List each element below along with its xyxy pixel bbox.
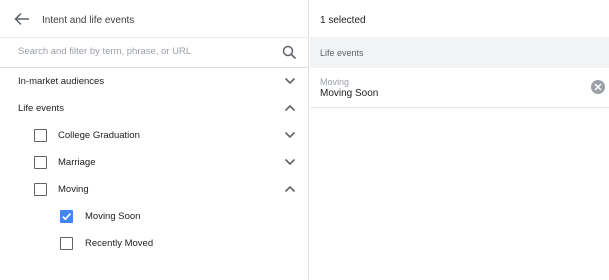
close-icon: [594, 83, 602, 91]
life-event-moving-soon[interactable]: Moving Soon: [0, 203, 309, 230]
checkbox-checked[interactable]: [60, 210, 73, 223]
life-event-moving[interactable]: Moving: [0, 176, 309, 203]
category-in-market-audiences[interactable]: In-market audiences: [0, 68, 309, 95]
selected-header: 1 selected: [310, 0, 609, 37]
checkbox[interactable]: [34, 183, 47, 196]
life-event-recently-moved[interactable]: Recently Moved: [0, 230, 309, 257]
selected-item-name: Moving Soon: [320, 88, 379, 99]
selected-item-category: Moving: [320, 77, 350, 87]
life-event-label: College Graduation: [58, 130, 140, 141]
selected-group-label: Life events: [320, 48, 364, 58]
check-icon: [62, 213, 72, 221]
search-bar: [0, 37, 309, 68]
chevron-up-icon[interactable]: [284, 185, 296, 193]
life-event-label: Marriage: [58, 157, 96, 168]
chevron-down-icon[interactable]: [284, 77, 296, 85]
category-label: In-market audiences: [18, 76, 105, 87]
selected-item: Moving Moving Soon: [310, 68, 609, 108]
chevron-down-icon[interactable]: [284, 131, 296, 139]
selected-count: 1 selected: [320, 15, 366, 26]
selected-panel: 1 selected Life events Moving Moving Soo…: [310, 0, 609, 280]
life-event-marriage[interactable]: Marriage: [0, 149, 309, 176]
arrow-left-icon: [14, 12, 29, 26]
chevron-up-icon[interactable]: [284, 104, 296, 112]
browse-panel: Intent and life events In-market audienc…: [0, 0, 309, 280]
back-button[interactable]: [14, 12, 30, 26]
selected-group-header: Life events: [310, 37, 609, 68]
panel-title: Intent and life events: [42, 15, 135, 26]
life-event-label: Moving: [58, 184, 89, 195]
remove-button[interactable]: [591, 80, 605, 94]
checkbox[interactable]: [60, 237, 73, 250]
search-input[interactable]: [18, 46, 268, 57]
category-label: Life events: [18, 103, 64, 114]
life-event-label: Recently Moved: [85, 238, 154, 249]
panel-header: Intent and life events: [0, 0, 309, 37]
life-event-college-graduation[interactable]: College Graduation: [0, 122, 309, 149]
life-event-label: Moving Soon: [85, 211, 141, 222]
search-icon[interactable]: [282, 45, 297, 60]
checkbox[interactable]: [34, 129, 47, 142]
checkbox[interactable]: [34, 156, 47, 169]
chevron-down-icon[interactable]: [284, 158, 296, 166]
category-life-events[interactable]: Life events: [0, 95, 309, 122]
